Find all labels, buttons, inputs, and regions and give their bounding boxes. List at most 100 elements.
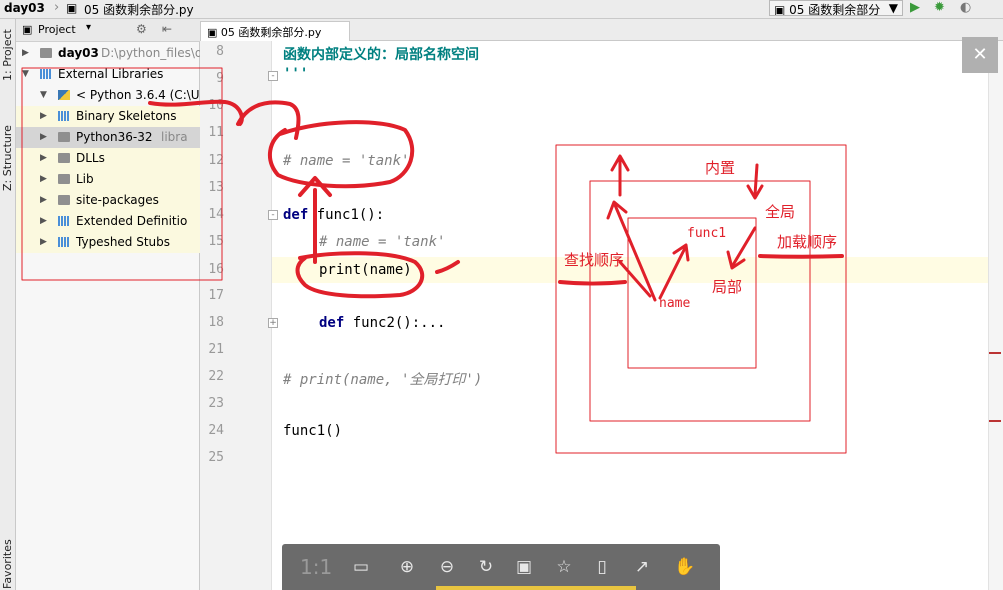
error-marker[interactable] [989,420,1001,422]
label-lookup-order: 查找顺序 [564,251,625,269]
code-line-18[interactable]: def func2():... [319,315,445,331]
tab-structure[interactable]: Z: Structure [1,125,14,191]
project-panel: ▣ Project ▾ ⚙ ⇤ ▶ day03 D:\python_files\d ▼… [16,19,200,590]
fold-icon[interactable]: - [268,210,278,220]
zoom-out-icon[interactable]: ⊖ [434,555,460,579]
error-marker[interactable] [989,352,1001,354]
code-line-16[interactable]: print(name) [319,262,412,278]
line-number: 10 [208,98,224,113]
label-func1: func1 [687,226,727,241]
fit-screen-icon[interactable]: ▭ [348,555,374,579]
tree-item-label: Python36-32 [76,130,153,144]
folder-icon [58,174,70,184]
line-number: 13 [208,180,224,195]
coverage-icon[interactable]: ◐ [960,0,971,15]
tree-item-path: D:\python_files\d [101,46,200,60]
chevron-right-icon[interactable]: ▶ [40,127,47,148]
keyword-def: def [283,207,309,223]
line-number: 22 [208,369,224,384]
actual-size-button[interactable]: 1:1 [300,555,332,579]
status-strip [436,586,636,590]
chevron-right-icon[interactable]: ▶ [40,232,47,253]
code-line-9[interactable]: ''' [283,66,308,82]
library-icon [58,111,70,121]
chevron-right-icon[interactable]: ▶ [40,211,47,232]
line-number: 24 [208,423,224,438]
tab-project[interactable]: 1: Project [1,29,14,81]
tree-item[interactable]: ▶ site-packages [16,190,200,211]
expand-fold-icon[interactable]: + [268,318,278,328]
chevron-down-icon[interactable]: ▼ [40,85,47,106]
tree-item[interactable]: ▶ Lib [16,169,200,190]
play-icon[interactable]: ▶ [910,0,920,15]
tree-item-label: site-packages [76,193,159,207]
chevron-right-icon[interactable]: ▶ [22,43,29,64]
editor-tab-bar: ▣ 05 函数剩余部分.py [200,19,1003,41]
run-configuration-label: 05 函数剩余部分 [789,3,881,16]
tree-item[interactable]: ▼ < Python 3.6.4 (C:\Us [16,85,200,106]
tablet-icon[interactable]: ▯ [589,555,615,579]
tree-item[interactable]: ▶ Extended Definitio [16,211,200,232]
error-stripe[interactable] [988,41,1003,590]
code-line-12[interactable]: # name = 'tank' [283,153,409,169]
navigation-bar: day03 › ▣ 05 函数剩余部分.py ▣ 05 函数剩余部分 ▼ ▶ ✹ … [0,0,1003,19]
tree-item-label: < Python 3.6.4 (C:\Us [76,88,200,102]
chevron-right-icon[interactable]: ▶ [40,169,47,190]
folder-icon [58,132,70,142]
code-line-22[interactable]: # print(name, '全局打印') [283,369,482,389]
tree-item[interactable]: ▶ Binary Skeletons [16,106,200,127]
code-line-8[interactable]: 函数内部定义的：局部名称空间 [283,44,479,64]
line-number: 18 [208,315,224,330]
tree-item[interactable]: ▶ Typeshed Stubs [16,232,200,253]
python-file-icon: ▣ [66,1,78,15]
tree-item-label: DLLs [76,151,105,165]
collapse-icon[interactable]: ⇤ [162,22,172,36]
close-icon[interactable]: ✕ [962,37,998,73]
tree-item-label: day03 [58,46,99,60]
code-line-15[interactable]: # name = 'tank' [319,234,445,250]
tree-item-label: Typeshed Stubs [76,235,171,249]
tree-item-label: Lib [76,172,94,186]
breadcrumb-file[interactable]: 05 函数剩余部分.py [84,1,194,18]
function-signature: func2():... [344,315,446,331]
settings-icon[interactable]: ⚙ [136,22,147,36]
chevron-down-icon[interactable]: ▾ [86,22,91,33]
chevron-down-icon[interactable]: ▼ [22,64,29,85]
tab-favorites[interactable]: Favorites [1,539,14,589]
python-icon [58,90,70,100]
zoom-in-icon[interactable]: ⊕ [394,555,420,579]
like-icon[interactable]: ✋ [672,555,698,579]
tab-active-file[interactable]: ▣ 05 函数剩余部分.py [200,21,350,41]
chevron-right-icon[interactable]: ▶ [40,148,47,169]
label-name: name [659,296,691,311]
save-icon[interactable]: ▣ [511,555,537,579]
code-line-24[interactable]: func1() [283,423,342,439]
tree-item-label: Binary Skeletons [76,109,177,123]
share-icon[interactable]: ↗ [629,555,655,579]
label-local: 局部 [712,278,743,296]
tree-item[interactable]: ▶ DLLs [16,148,200,169]
line-number: 17 [208,288,224,303]
code-line-14[interactable]: def func1(): [283,207,384,223]
label-load-order: 加载顺序 [777,233,838,251]
library-icon [40,69,52,79]
chevron-right-icon[interactable]: ▶ [40,106,47,127]
bookmark-icon[interactable]: ☆ [551,555,577,579]
tree-item-label: Extended Definitio [76,214,188,228]
bug-icon[interactable]: ✹ [934,0,945,15]
python-file-icon: ▣ [774,3,790,16]
breadcrumb-project[interactable]: day03 [4,1,45,15]
tool-window-strip: 1: Project Z: Structure Favorites [0,19,16,590]
breadcrumb-separator: › [54,0,60,15]
rotate-icon[interactable]: ↻ [473,555,499,579]
line-number: 25 [208,450,224,465]
project-panel-title: Project [38,23,76,36]
chevron-right-icon[interactable]: ▶ [40,190,47,211]
tree-item[interactable]: ▼ External Libraries [16,64,200,85]
folder-icon [58,195,70,205]
tree-item[interactable]: ▶ day03 D:\python_files\d [16,43,200,64]
fold-icon[interactable]: - [268,71,278,81]
tree-item[interactable]: ▶ Python36-32 libra [16,127,200,148]
run-configuration-select[interactable]: ▣ 05 函数剩余部分 ▼ [769,0,903,16]
image-viewer-toolbar: 1:1 ▭ ⊕ ⊖ ↻ ▣ ☆ ▯ ↗ ✋ [282,544,720,590]
